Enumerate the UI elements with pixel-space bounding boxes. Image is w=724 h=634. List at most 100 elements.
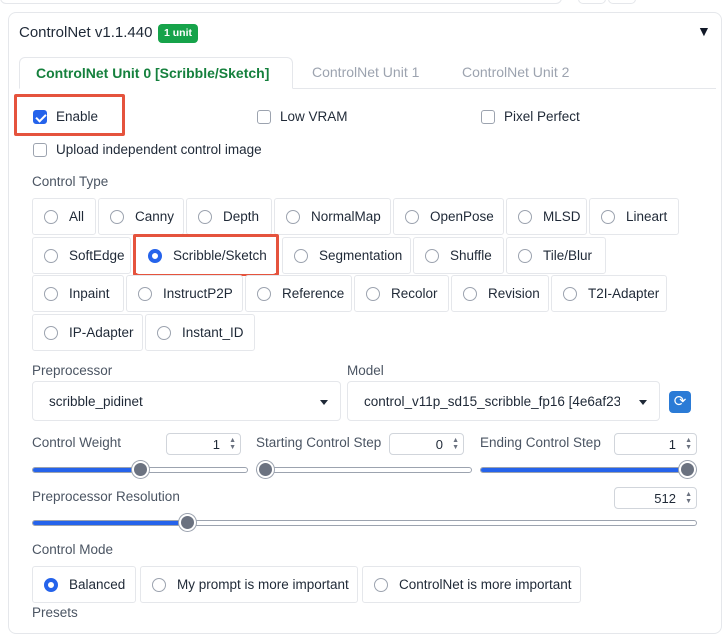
preprocessor-resolution-thumb[interactable] [179,514,196,531]
control-weight-value: 1 [212,437,220,452]
stepper-arrows-icon[interactable]: ▲ ▼ [452,437,459,451]
preprocessor-dropdown[interactable]: scribble_pidinet [32,381,341,421]
radio-label: Instant_ID [182,325,244,340]
control-type-recolor[interactable]: Recolor [354,275,449,312]
control-mode-controlnet[interactable]: ControlNet is more important [362,566,581,603]
control-weight-input[interactable]: 1 ▲ ▼ [166,433,241,455]
ending-step-label: Ending Control Step [480,435,601,450]
control-type-openpose[interactable]: OpenPose [393,198,504,235]
control-type-reference[interactable]: Reference [245,275,352,312]
radio-label: OpenPose [430,209,494,224]
ending-step-value: 1 [668,437,676,452]
radio-label: Tile/Blur [543,248,593,263]
slider-fill [33,521,188,525]
radio-label: Recolor [391,286,438,301]
ending-step-input[interactable]: 1 ▲ ▼ [614,433,697,455]
low-vram-label: Low VRAM [280,109,348,124]
radio-dot [138,287,152,301]
model-dropdown[interactable]: control_v11p_sd15_scribble_fp16 [4e6af23… [347,381,660,421]
ending-step-slider[interactable] [480,467,697,473]
radio-label: Reference [282,286,345,301]
dropdown-arrow-icon [320,400,328,405]
control-type-t2i-adapter[interactable]: T2I-Adapter [551,275,667,312]
control-type-shuffle[interactable]: Shuffle [413,237,504,274]
radio-label: IP-Adapter [69,325,134,340]
control-mode-balanced[interactable]: Balanced [32,566,136,603]
starting-step-slider[interactable] [256,467,472,473]
control-type-softedge[interactable]: SoftEdge [32,237,131,274]
radio-dot [148,249,162,263]
low-vram-checkbox[interactable] [257,110,271,124]
radio-dot [463,287,477,301]
refresh-icon[interactable]: ⟳ [669,391,691,413]
radio-label: Segmentation [319,248,403,263]
preprocessor-resolution-input[interactable]: 512 ▲ ▼ [614,487,697,509]
radio-label: Lineart [626,209,668,224]
control-type-lineart[interactable]: Lineart [589,198,679,235]
radio-dot [152,578,166,592]
control-type-instant-id[interactable]: Instant_ID [145,314,255,351]
radio-dot [44,326,58,340]
model-value: control_v11p_sd15_scribble_fp16 [4e6af23… [364,394,620,409]
radio-dot [157,326,171,340]
radio-label: MLSD [543,209,581,224]
radio-label: Canny [135,209,175,224]
starting-step-thumb[interactable] [257,461,274,478]
starting-step-input[interactable]: 0 ▲ ▼ [389,433,464,455]
control-type-depth[interactable]: Depth [186,198,272,235]
radio-dot [366,287,380,301]
pixel-perfect-checkbox[interactable] [481,110,495,124]
control-mode-label: Control Mode [32,542,114,557]
control-type-scribble-sketch[interactable]: Scribble/Sketch [136,237,276,274]
presets-label: Presets [32,605,78,620]
top-strip [0,0,724,10]
preprocessor-resolution-value: 512 [654,491,676,506]
radio-label: Revision [488,286,540,301]
control-type-all[interactable]: All [32,198,96,235]
upload-independent-label: Upload independent control image [56,142,262,157]
control-type-segmentation[interactable]: Segmentation [282,237,411,274]
control-mode-prompt[interactable]: My prompt is more important [140,566,358,603]
control-type-normalmap[interactable]: NormalMap [274,198,391,235]
control-type-tile-blur[interactable]: Tile/Blur [506,237,606,274]
enable-label: Enable [56,109,99,124]
tab-unit-2[interactable]: ControlNet Unit 2 [446,57,585,89]
slider-fill [33,468,141,472]
stepper-arrows-icon[interactable]: ▲ ▼ [685,491,692,505]
dropdown-arrow-icon [639,400,647,405]
radio-dot [518,249,532,263]
stepper-arrows-icon[interactable]: ▲ ▼ [229,437,236,451]
radio-dot [563,287,577,301]
control-type-canny[interactable]: Canny [98,198,184,235]
starting-step-value: 0 [435,437,443,452]
control-weight-thumb[interactable] [132,461,149,478]
control-type-revision[interactable]: Revision [451,275,549,312]
radio-dot [425,249,439,263]
radio-label: Balanced [69,577,126,592]
radio-label: Depth [223,209,260,224]
upload-independent-checkbox[interactable] [33,143,47,157]
radio-dot [374,578,388,592]
tab-unit-0[interactable]: ControlNet Unit 0 [Scribble/Sketch] [19,57,293,89]
radio-dot [44,578,58,592]
ending-step-thumb[interactable] [679,461,696,478]
radio-label: Scribble/Sketch [173,248,267,263]
control-weight-label: Control Weight [32,435,122,450]
control-type-inpaint[interactable]: Inpaint [32,275,124,312]
radio-dot [294,249,308,263]
control-type-instructp2p[interactable]: InstructP2P [126,275,243,312]
collapse-triangle-icon[interactable]: ▼ [697,23,711,39]
toolbar-button[interactable] [578,0,606,4]
radio-dot [44,210,58,224]
preprocessor-resolution-slider[interactable] [32,520,697,526]
stepper-arrows-icon[interactable]: ▲ ▼ [685,437,692,451]
radio-dot [601,210,615,224]
radio-label: Shuffle [450,248,492,263]
tab-unit-1[interactable]: ControlNet Unit 1 [296,57,435,89]
toolbar-button[interactable] [608,0,636,4]
model-label: Model [347,363,384,378]
enable-checkbox[interactable] [33,110,47,124]
radio-label: ControlNet is more important [399,577,572,592]
control-type-mlsd[interactable]: MLSD [506,198,587,235]
control-type-ip-adapter[interactable]: IP-Adapter [32,314,143,351]
